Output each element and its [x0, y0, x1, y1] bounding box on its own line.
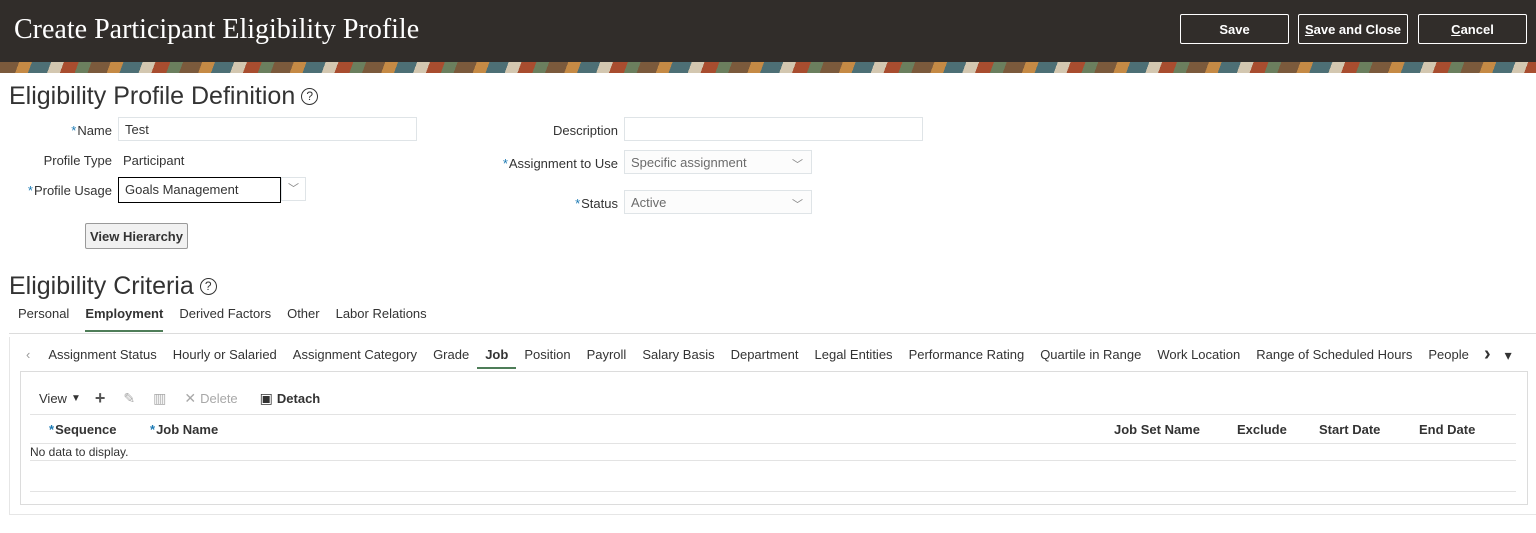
definition-section-title: Eligibility Profile Definition?	[9, 82, 319, 111]
assignment-value: Specific assignment	[631, 155, 747, 170]
subtab-assignment-category[interactable]: Assignment Category	[285, 347, 425, 369]
profile-type-value: Participant	[123, 153, 185, 168]
empty-table-message: No data to display.	[30, 445, 129, 459]
subtab-performance-rating[interactable]: Performance Rating	[901, 347, 1033, 369]
subtab-people[interactable]: People	[1420, 347, 1476, 369]
subtab-position[interactable]: Position	[516, 347, 578, 369]
profile-usage-select[interactable]: Goals Management	[118, 177, 281, 203]
required-marker: *	[150, 422, 156, 437]
cancel-mnemonic: C	[1451, 21, 1461, 37]
criteria-section-title: Eligibility Criteria?	[9, 272, 217, 301]
subtab-work-location[interactable]: Work Location	[1149, 347, 1248, 369]
required-marker: *	[71, 123, 77, 138]
status-value: Active	[631, 195, 667, 210]
tab-other[interactable]: Other	[287, 306, 320, 332]
help-icon[interactable]: ?	[301, 88, 319, 105]
description-label: Description	[552, 123, 618, 138]
delete-button[interactable]: ✕ Delete	[184, 390, 237, 407]
tab-labor-relations[interactable]: Labor Relations	[336, 306, 427, 332]
save-close-mnemonic: S	[1304, 21, 1314, 37]
caret-down-icon: ▼	[70, 392, 81, 404]
page-title: Create Participant Eligibility Profile	[14, 14, 420, 45]
delete-label: Delete	[200, 390, 238, 406]
cancel-label: ancel	[1460, 21, 1494, 37]
criteria-title-text: Eligibility Criteria	[9, 272, 194, 300]
subtab-payroll[interactable]: Payroll	[579, 347, 635, 369]
name-label-text: Name	[77, 123, 112, 138]
subtab-legal-entities[interactable]: Legal Entities	[807, 347, 901, 369]
tabs-divider	[9, 333, 1536, 334]
assignment-select[interactable]: Specific assignment ﹀	[624, 150, 812, 174]
subtab-hourly-or-salaried[interactable]: Hourly or Salaried	[165, 347, 285, 369]
view-menu[interactable]: View ▼	[39, 391, 81, 406]
header-banner	[0, 62, 1536, 73]
edit-icon[interactable]: ✎	[123, 390, 139, 407]
required-marker: *	[502, 156, 508, 171]
subtab-quartile-in-range[interactable]: Quartile in Range	[1032, 347, 1149, 369]
help-icon[interactable]: ?	[199, 278, 217, 295]
view-menu-label: View	[39, 390, 67, 406]
table-header-row: *Sequence *Job Name Job Set Name Exclude…	[30, 414, 1516, 444]
detach-label: Detach	[276, 390, 321, 406]
table-toolbar: View ▼ + ✎ ▥ ✕ Delete ▣ Detach	[39, 388, 334, 409]
subtab-assignment-status[interactable]: Assignment Status	[40, 347, 164, 369]
name-input[interactable]: Test	[118, 117, 417, 141]
required-marker: *	[49, 422, 55, 437]
subtab-range-of-scheduled-hours[interactable]: Range of Scheduled Hours	[1248, 347, 1420, 369]
subtab-menu-icon[interactable]: ▾	[1505, 347, 1512, 363]
column-job-set-name[interactable]: Job Set Name	[1114, 422, 1200, 437]
page-header: Create Participant Eligibility Profile S…	[0, 0, 1536, 62]
name-label: *Name	[20, 123, 112, 138]
column-job-name-label: Job Name	[156, 422, 219, 437]
column-start-date[interactable]: Start Date	[1319, 422, 1380, 437]
view-hierarchy-button[interactable]: View Hierarchy	[85, 223, 188, 249]
subtab-job[interactable]: Job	[477, 347, 517, 369]
column-sequence[interactable]: *Sequence	[49, 422, 116, 437]
subtab-grade[interactable]: Grade	[425, 347, 477, 369]
chevron-down-icon: ﹀	[288, 183, 299, 195]
freeze-columns-icon[interactable]: ▥	[153, 390, 170, 407]
status-label: *Status	[500, 196, 618, 211]
status-select[interactable]: Active ﹀	[624, 190, 812, 214]
row-divider	[30, 491, 1516, 492]
save-and-close-button[interactable]: Save and Close	[1298, 14, 1408, 44]
subtab-next-icon[interactable]: ›	[1484, 343, 1491, 365]
save-close-label: ave and Close	[1313, 21, 1402, 37]
status-label-text: Status	[581, 196, 618, 211]
subtab-prev-icon[interactable]: ‹	[22, 347, 40, 362]
description-input[interactable]	[624, 117, 923, 141]
close-icon: ✕	[184, 389, 197, 406]
criteria-tabs: Personal Employment Derived Factors Othe…	[18, 306, 443, 332]
cancel-button[interactable]: Cancel	[1418, 14, 1527, 44]
chevron-down-icon: ﹀	[792, 199, 803, 211]
tab-personal[interactable]: Personal	[18, 306, 69, 332]
chevron-down-icon: ﹀	[792, 159, 803, 171]
column-end-date[interactable]: End Date	[1419, 422, 1475, 437]
detach-button[interactable]: ▣ Detach	[260, 390, 321, 407]
column-sequence-label: Sequence	[55, 422, 117, 437]
detach-icon: ▣	[259, 389, 273, 406]
profile-type-label: Profile Type	[43, 153, 112, 168]
column-job-name[interactable]: *Job Name	[150, 422, 218, 437]
subtab-salary-basis[interactable]: Salary Basis	[634, 347, 722, 369]
add-icon[interactable]: +	[95, 388, 110, 409]
profile-usage-dropdown-button[interactable]: ﹀	[281, 177, 306, 201]
subtab-department[interactable]: Department	[723, 347, 807, 369]
profile-usage-label: *Profile Usage	[14, 183, 112, 198]
profile-usage-label-text: Profile Usage	[33, 183, 112, 198]
assignment-label: *Assignment to Use	[480, 156, 618, 171]
tab-derived-factors[interactable]: Derived Factors	[179, 306, 271, 332]
subtab-controls: › ▾	[1484, 343, 1512, 365]
required-marker: *	[575, 196, 581, 211]
employment-subtabs: ‹ Assignment Status Hourly or Salaried A…	[22, 347, 1477, 373]
assignment-label-text: Assignment to Use	[508, 156, 618, 171]
column-exclude[interactable]: Exclude	[1237, 422, 1287, 437]
row-divider	[30, 460, 1516, 461]
required-marker: *	[27, 183, 33, 198]
save-button[interactable]: Save	[1180, 14, 1289, 44]
definition-title-text: Eligibility Profile Definition	[9, 82, 296, 110]
tab-employment[interactable]: Employment	[85, 306, 164, 332]
